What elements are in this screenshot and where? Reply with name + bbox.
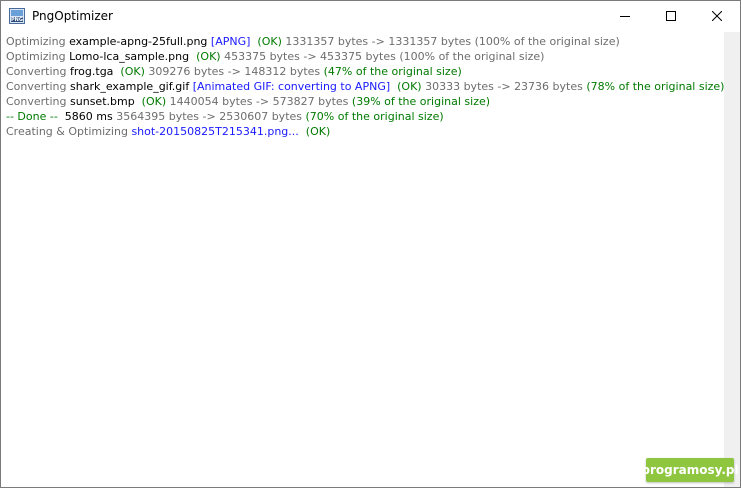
log-ratio: (78% of the original size) <box>586 80 725 93</box>
log-filename: frog.tga <box>70 65 114 78</box>
close-icon <box>712 11 722 21</box>
log-ratio: (47% of the original size) <box>323 65 462 78</box>
log-action: Optimizing <box>6 50 70 63</box>
title-bar[interactable]: PNG PngOptimizer <box>1 1 740 31</box>
log-done-line: -- Done -- 5860 ms 3564395 bytes -> 2530… <box>6 109 724 124</box>
log-ok: (OK) <box>390 80 422 93</box>
log-filename: example-apng-25full.png <box>69 35 208 48</box>
log-stats: 1440054 bytes -> 573827 bytes <box>166 95 352 108</box>
minimize-button[interactable] <box>602 1 648 31</box>
watermark-logo: programosy.pl <box>641 458 739 482</box>
log-ratio: (100% of the original size) <box>474 35 620 48</box>
log-stats: 30333 bytes -> 23736 bytes <box>421 80 587 93</box>
creating-ok: (OK) <box>298 125 331 138</box>
log-action: Converting <box>6 65 71 78</box>
log-line: Converting sunset.bmp (OK) 1440054 bytes… <box>6 94 724 109</box>
log-ok: (OK) <box>113 65 145 78</box>
svg-text:PNG: PNG <box>11 17 23 23</box>
pngoptimizer-app-icon: PNG <box>9 8 25 24</box>
close-button[interactable] <box>694 1 740 31</box>
maximize-button[interactable] <box>648 1 694 31</box>
done-ratio: (70% of the original size) <box>305 110 444 123</box>
log-ok: (OK) <box>134 95 167 108</box>
window-title: PngOptimizer <box>32 9 113 23</box>
log-action: Converting <box>6 95 71 108</box>
log-filename: sunset.bmp <box>70 95 135 108</box>
done-stats: 3564395 bytes -> 2530607 bytes <box>112 110 306 123</box>
log-filename: Lomo-lca_sample.png <box>69 50 190 63</box>
maximize-icon <box>666 11 676 21</box>
creating-filename: shot-20150825T215341.png... <box>131 125 299 138</box>
log-tag: [Animated GIF: converting to APNG] <box>189 80 391 93</box>
log-ok: (OK) <box>189 50 221 63</box>
log-tag: [APNG] <box>207 35 251 48</box>
log-action: Optimizing <box>6 35 70 48</box>
minimize-icon <box>620 16 630 17</box>
done-time: 5860 ms <box>57 110 113 123</box>
log-creating-line: Creating & Optimizing shot-20150825T2153… <box>6 124 724 139</box>
log-output[interactable]: Optimizing example-apng-25full.png [APNG… <box>3 32 724 484</box>
creating-action: Creating & Optimizing <box>6 125 132 138</box>
log-line: Converting shark_example_gif.gif [Animat… <box>6 79 724 94</box>
log-ratio: (100% of the original size) <box>399 50 545 63</box>
log-action: Converting <box>6 80 71 93</box>
log-filename: shark_example_gif.gif <box>70 80 190 93</box>
log-line: Optimizing example-apng-25full.png [APNG… <box>6 34 724 49</box>
vertical-scrollbar[interactable] <box>724 32 740 487</box>
log-stats: 453375 bytes -> 453375 bytes <box>220 50 400 63</box>
log-stats: 309276 bytes -> 148312 bytes <box>144 65 324 78</box>
log-line: Optimizing Lomo-lca_sample.png (OK) 4533… <box>6 49 724 64</box>
log-line: Converting frog.tga (OK) 309276 bytes ->… <box>6 64 724 79</box>
log-ok: (OK) <box>250 35 282 48</box>
log-stats: 1331357 bytes -> 1331357 bytes <box>281 35 475 48</box>
app-window: PNG PngOptimizer Optimizing example-apng… <box>0 0 741 488</box>
done-label: -- Done -- <box>6 110 58 123</box>
log-ratio: (39% of the original size) <box>351 95 491 108</box>
